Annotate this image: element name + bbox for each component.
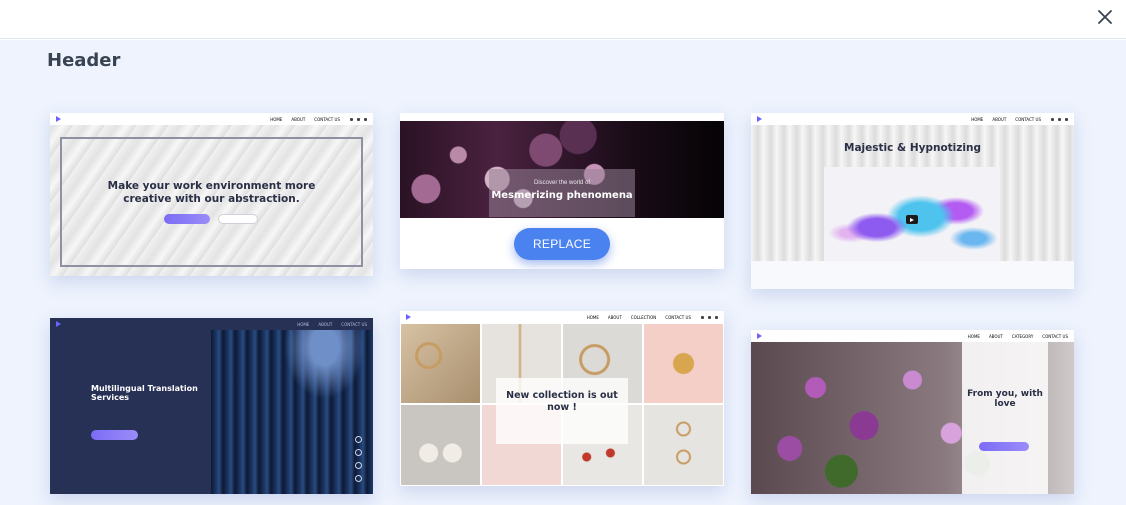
template-logo <box>56 321 61 327</box>
template-nav-link: ABOUT <box>992 116 1007 122</box>
template-nav-link: CONTACT US <box>314 116 340 122</box>
template-nav: HOME ABOUT CATEGORY CONTACT US <box>751 330 1074 342</box>
template-primary-button <box>979 442 1029 451</box>
template-social-icons <box>701 315 718 319</box>
template-nav: HOME ABOUT CONTACT US <box>50 113 373 125</box>
template-headline: New collection is out now ! <box>506 390 618 413</box>
template-text-overlay <box>962 342 1048 494</box>
header-template-card-2[interactable]: Discover the world of Mesmerizing phenom… <box>400 113 724 269</box>
play-icon <box>906 215 918 224</box>
template-subheading: Discover the world of <box>533 180 591 186</box>
template-nav <box>400 113 724 121</box>
template-nav-link: CONTACT US <box>341 321 367 327</box>
template-nav-link: ABOUT <box>291 116 306 122</box>
template-secondary-button <box>218 214 258 224</box>
template-nav-link: CONTACT US <box>1015 116 1041 122</box>
template-social-icons <box>355 436 362 482</box>
jewelry-photo <box>400 404 481 486</box>
template-nav-link: ABOUT <box>988 333 1003 339</box>
header-template-card-5[interactable]: HOME ABOUT COLLECTION CONTACT US New col… <box>400 311 724 486</box>
template-nav-link: HOME <box>270 116 283 122</box>
template-nav-link: CONTACT US <box>665 314 691 320</box>
template-logo <box>757 333 762 339</box>
section-title: Header <box>47 50 121 71</box>
header-template-card-6[interactable]: HOME ABOUT CATEGORY CONTACT US From you,… <box>751 330 1074 494</box>
header-template-card-3[interactable]: HOME ABOUT CONTACT US Majestic & Hypnoti… <box>751 113 1074 289</box>
template-image-library <box>211 330 373 494</box>
header-template-card-1[interactable]: HOME ABOUT CONTACT US Make your work env… <box>50 113 373 276</box>
template-nav-link: ABOUT <box>607 314 622 320</box>
replace-button[interactable]: REPLACE <box>514 228 610 260</box>
template-nav: HOME ABOUT COLLECTION CONTACT US <box>400 311 724 323</box>
header-template-card-4[interactable]: HOME ABOUT CONTACT US Multilingual Trans… <box>50 318 373 494</box>
template-headline: Make your work environment more creative… <box>107 180 316 205</box>
template-logo <box>757 116 762 122</box>
template-gallery-panel: Header HOME ABOUT CONTACT US Make your w… <box>0 40 1126 505</box>
jewelry-photo <box>643 404 724 486</box>
close-button[interactable] <box>1092 4 1118 30</box>
template-social-icons <box>350 117 367 121</box>
template-nav-link: COLLECTION <box>630 314 657 320</box>
template-headline: Multilingual Translation Services <box>91 384 198 402</box>
template-headline: Mesmerizing phenomena <box>491 190 633 201</box>
template-social-icons <box>1051 117 1068 121</box>
template-nav: HOME ABOUT CONTACT US <box>751 113 1074 125</box>
template-nav-link: HOME <box>967 333 980 339</box>
jewelry-photo <box>643 323 724 404</box>
template-nav-link: ABOUT <box>318 321 333 327</box>
template-primary-button <box>164 214 210 224</box>
template-logo <box>56 116 61 122</box>
close-icon <box>1098 10 1112 24</box>
template-logo <box>406 314 411 320</box>
template-nav-link: HOME <box>971 116 984 122</box>
template-headline: From you, with love <box>967 389 1043 409</box>
template-footer-strip <box>751 261 1074 289</box>
template-nav-link: CONTACT US <box>1042 333 1068 339</box>
template-nav-link: CATEGORY <box>1011 333 1034 339</box>
template-headline: Majestic & Hypnotizing <box>844 142 981 154</box>
jewelry-photo <box>400 323 481 404</box>
template-nav-link: HOME <box>297 321 310 327</box>
template-nav: HOME ABOUT CONTACT US <box>50 318 373 330</box>
dialog-top-bar <box>0 0 1126 39</box>
template-primary-button <box>91 430 138 440</box>
template-nav-link: HOME <box>586 314 599 320</box>
